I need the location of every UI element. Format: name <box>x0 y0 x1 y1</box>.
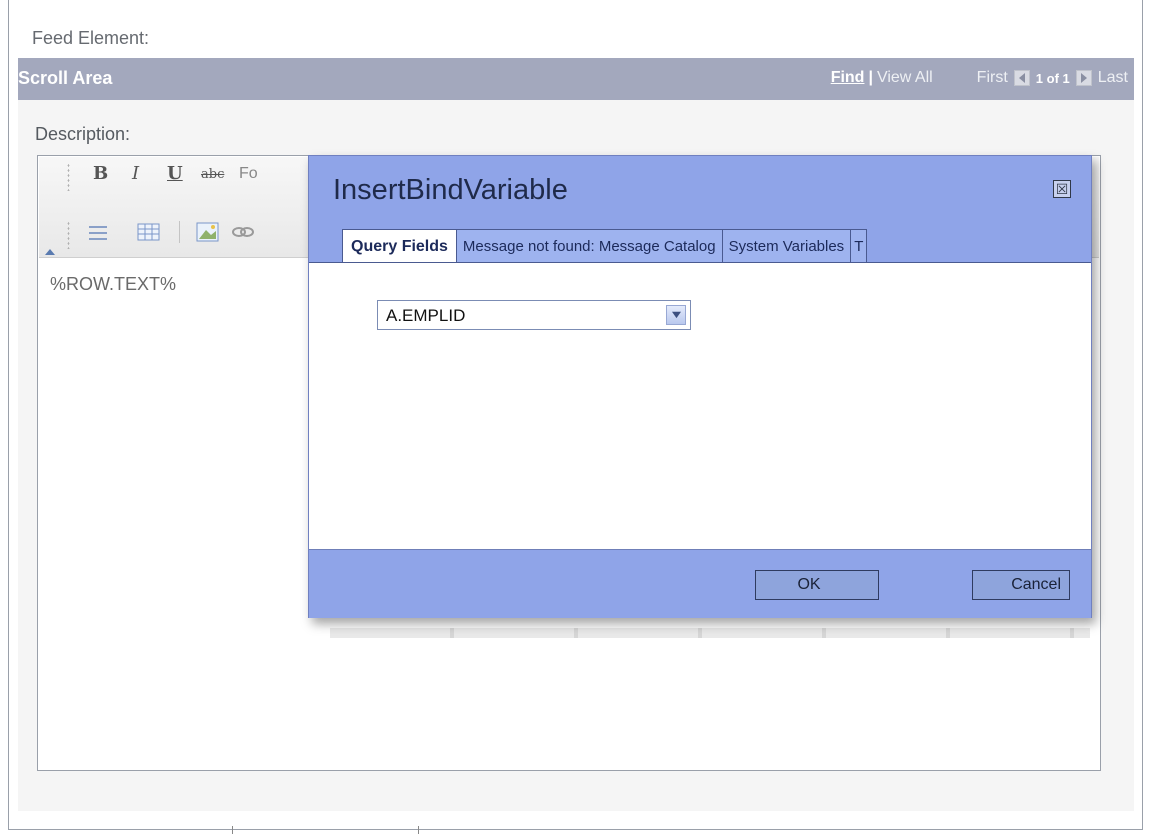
scroll-nav: Find | View All First 1 of 1 Last <box>831 69 1128 87</box>
cancel-button[interactable]: Cancel <box>972 570 1070 600</box>
description-label: Description: <box>35 124 131 144</box>
dialog-tabs: Query Fields Message not found: Message … <box>342 229 868 264</box>
toolbar-collapse-icon[interactable] <box>45 249 55 255</box>
image-icon[interactable] <box>196 221 220 243</box>
font-select[interactable]: Fo <box>239 165 258 183</box>
bold-button[interactable]: B <box>93 163 108 184</box>
section-label: Feed Element: <box>32 28 150 48</box>
bulleted-list-icon[interactable] <box>87 223 109 243</box>
first-link[interactable]: First <box>977 69 1008 87</box>
tick-mark <box>232 826 233 834</box>
table-icon[interactable] <box>137 221 161 243</box>
strikethrough-button[interactable]: abc <box>201 167 224 182</box>
tab-query-fields[interactable]: Query Fields <box>342 229 457 264</box>
nav-separator: | <box>868 69 873 86</box>
link-icon[interactable] <box>231 223 255 241</box>
underline-button[interactable]: U <box>167 163 183 184</box>
dialog-footer: OK Cancel <box>309 549 1091 618</box>
toolbar-divider <box>179 221 180 243</box>
view-all-link[interactable]: View All <box>877 69 933 87</box>
tab-system-variables[interactable]: System Variables <box>721 229 852 263</box>
next-arrow-icon[interactable] <box>1075 70 1092 86</box>
query-field-select[interactable]: A.EMPLID ▼ <box>377 300 691 330</box>
scroll-area-header: Scroll Area Find | View All First 1 of 1… <box>18 58 1134 100</box>
select-value: A.EMPLID <box>386 306 466 325</box>
dialog-title: InsertBindVariable <box>333 174 568 206</box>
underlying-grid <box>330 628 1090 638</box>
italic-button[interactable]: I <box>132 163 139 184</box>
editor-content[interactable]: %ROW.TEXT% <box>50 274 176 295</box>
insert-bind-variable-dialog: InsertBindVariable ☒ Query Fields Messag… <box>308 155 1092 618</box>
last-link[interactable]: Last <box>1098 69 1128 87</box>
toolbar-grip-icon[interactable] <box>67 163 70 191</box>
row-count: 1 of 1 <box>1035 70 1070 86</box>
ok-button[interactable]: OK <box>755 570 879 600</box>
find-link[interactable]: Find <box>831 69 865 87</box>
chevron-down-icon[interactable]: ▼ <box>666 305 686 325</box>
tick-mark <box>418 826 419 834</box>
toolbar-grip-icon[interactable] <box>67 221 70 249</box>
previous-arrow-icon[interactable] <box>1013 70 1030 86</box>
tab-truncated[interactable]: T <box>850 229 868 263</box>
scroll-area-title: Scroll Area <box>18 68 113 88</box>
tab-message-catalog[interactable]: Message not found: Message Catalog <box>455 229 723 263</box>
tab-panel: A.EMPLID ▼ <box>309 262 1091 550</box>
close-icon[interactable]: ☒ <box>1053 180 1071 198</box>
